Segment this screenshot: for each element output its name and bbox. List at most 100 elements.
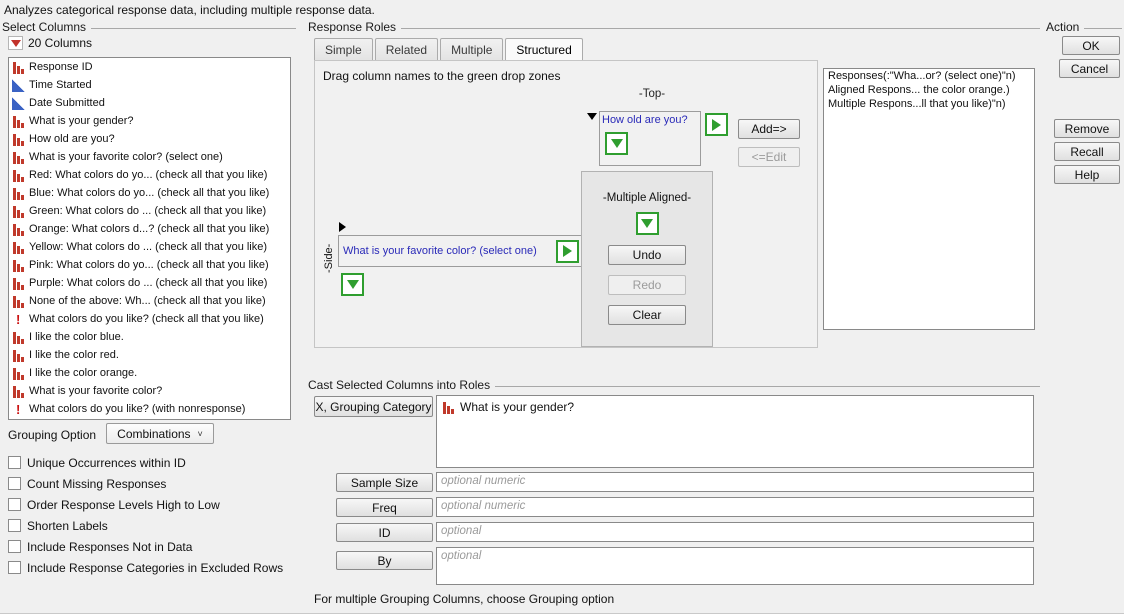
column-list-item[interactable]: Pink: What colors do yo... (check all th… [9,256,290,274]
continuous-icon [12,97,25,110]
column-list-item[interactable]: What is your favorite color? [9,382,290,400]
column-list-item[interactable]: What colors do you like? (with nonrespon… [9,400,290,418]
column-list-item[interactable]: Time Started [9,76,290,94]
nominal-icon [12,259,25,272]
action-header: Action [1046,20,1122,34]
freq-field[interactable]: optional numeric [436,497,1034,517]
side-zone-column[interactable]: What is your favorite color? (select one… [343,245,551,257]
column-label: What colors do you like? (with nonrespon… [29,403,245,415]
top-orientation-marker-icon [587,113,597,120]
top-zone-box[interactable]: How old are you? [599,111,701,166]
checkbox[interactable] [8,456,21,469]
column-list-item[interactable]: Red: What colors do yo... (check all tha… [9,166,290,184]
nominal-icon [442,401,455,414]
column-list-item[interactable]: None of the above: Wh... (check all that… [9,292,290,310]
side-zone-box[interactable]: What is your favorite color? (select one… [338,235,584,267]
top-zone-column[interactable]: How old are you? [600,112,700,128]
side-zone-play-button[interactable] [556,240,579,263]
column-list-item[interactable]: What is your gender? [9,112,290,130]
red-triangle-menu-icon[interactable] [8,36,23,50]
by-button[interactable]: By [336,551,433,570]
help-button[interactable]: Help [1054,165,1120,184]
column-list-item[interactable]: What is your favorite color? (select one… [9,148,290,166]
column-list-item[interactable]: Orange: What colors d...? (check all tha… [9,220,290,238]
checkbox-row[interactable]: Include Response Categories in Excluded … [8,557,283,578]
nominal-icon [12,169,25,182]
redo-button[interactable]: Redo [608,275,686,295]
undo-button[interactable]: Undo [608,245,686,265]
side-drop-zone[interactable] [341,273,364,296]
checkbox[interactable] [8,477,21,490]
column-label: What is your favorite color? [29,385,162,397]
edit-button[interactable]: <=Edit [738,147,800,167]
id-button[interactable]: ID [336,523,433,542]
dialog-description: Analyzes categorical response data, incl… [4,3,375,17]
checkbox-row[interactable]: Count Missing Responses [8,473,283,494]
select-columns-title: Select Columns [2,20,86,34]
sample-size-field[interactable]: optional numeric [436,472,1034,492]
nominal-icon [12,187,25,200]
responses-list[interactable]: Responses(:"Wha...or? (select one)"n) Al… [823,68,1035,330]
grouping-option-label: Grouping Option [8,428,96,442]
recall-button[interactable]: Recall [1054,142,1120,161]
x-grouping-category-button[interactable]: X, Grouping Category [314,396,433,417]
categorical-launch-dialog: Analyzes categorical response data, incl… [0,0,1124,614]
tab-related[interactable]: Related [375,38,438,61]
select-columns-list[interactable]: Response ID Time Started Date Submitted … [8,57,291,420]
response-list-item[interactable]: Multiple Respons...ll that you like)"n) [824,97,1034,111]
column-list-item[interactable]: Yellow: What colors do ... (check all th… [9,238,290,256]
column-label: What colors do you like? (check all that… [29,313,264,325]
sample-size-button[interactable]: Sample Size [336,473,433,492]
column-list-item[interactable]: Purple: What colors do ... (check all th… [9,274,290,292]
add-button[interactable]: Add=> [738,119,800,139]
drag-instruction: Drag column names to the green drop zone… [323,69,560,83]
checkbox-row[interactable]: Order Response Levels High to Low [8,494,283,515]
checkbox[interactable] [8,498,21,511]
remove-button[interactable]: Remove [1054,119,1120,138]
top-zone-play-button[interactable] [705,113,728,136]
ok-button[interactable]: OK [1062,36,1120,55]
tab-multiple[interactable]: Multiple [440,38,503,61]
column-label: What is your gender? [29,115,134,127]
checkbox-label: Include Response Categories in Excluded … [27,561,283,575]
column-label: None of the above: Wh... (check all that… [29,295,266,307]
checkbox-row[interactable]: Shorten Labels [8,515,283,536]
top-drop-zone[interactable] [605,132,628,155]
structured-tab-panel: Drag column names to the green drop zone… [314,60,818,348]
column-list-item[interactable]: Date Submitted [9,94,290,112]
id-field[interactable]: optional [436,522,1034,542]
nominal-icon [12,61,25,74]
cancel-button[interactable]: Cancel [1059,59,1120,78]
column-list-item[interactable]: How old are you? [9,130,290,148]
response-roles-title: Response Roles [308,20,396,34]
column-list-item[interactable]: I like the color red. [9,346,290,364]
column-list-item[interactable]: I like the color blue. [9,328,290,346]
columns-red-triangle-menu[interactable]: 20 Columns [8,36,92,50]
x-grouping-list[interactable]: What is your gender? [436,395,1034,468]
response-list-item[interactable]: Aligned Respons... the color orange.) [824,83,1034,97]
checkbox-label: Include Responses Not in Data [27,540,192,554]
checkbox[interactable] [8,540,21,553]
freq-button[interactable]: Freq [336,498,433,517]
response-list-item[interactable]: Responses(:"Wha...or? (select one)"n) [824,69,1034,83]
checkbox-row[interactable]: Include Responses Not in Data [8,536,283,557]
column-list-item[interactable]: What colors do you like? (check all that… [9,310,290,328]
checkbox[interactable] [8,519,21,532]
column-list-item[interactable]: Blue: What colors do yo... (check all th… [9,184,290,202]
column-label: Date Submitted [29,97,105,109]
column-list-item[interactable]: I like the color orange. [9,364,290,382]
x-grouping-item[interactable]: What is your gender? [437,396,1033,418]
tab-structured[interactable]: Structured [505,38,582,61]
cast-roles-title: Cast Selected Columns into Roles [308,378,490,392]
tab-simple[interactable]: Simple [314,38,373,61]
multiple-aligned-drop-zone[interactable] [636,212,659,235]
green-down-arrow-icon [641,219,653,228]
checkbox[interactable] [8,561,21,574]
column-list-item[interactable]: Response ID [9,58,290,76]
header-rule [495,386,1040,387]
checkbox-row[interactable]: Unique Occurrences within ID [8,452,283,473]
by-field[interactable]: optional [436,547,1034,585]
column-list-item[interactable]: Green: What colors do ... (check all tha… [9,202,290,220]
clear-button[interactable]: Clear [608,305,686,325]
grouping-option-select[interactable]: Combinations ˅ [106,423,214,444]
